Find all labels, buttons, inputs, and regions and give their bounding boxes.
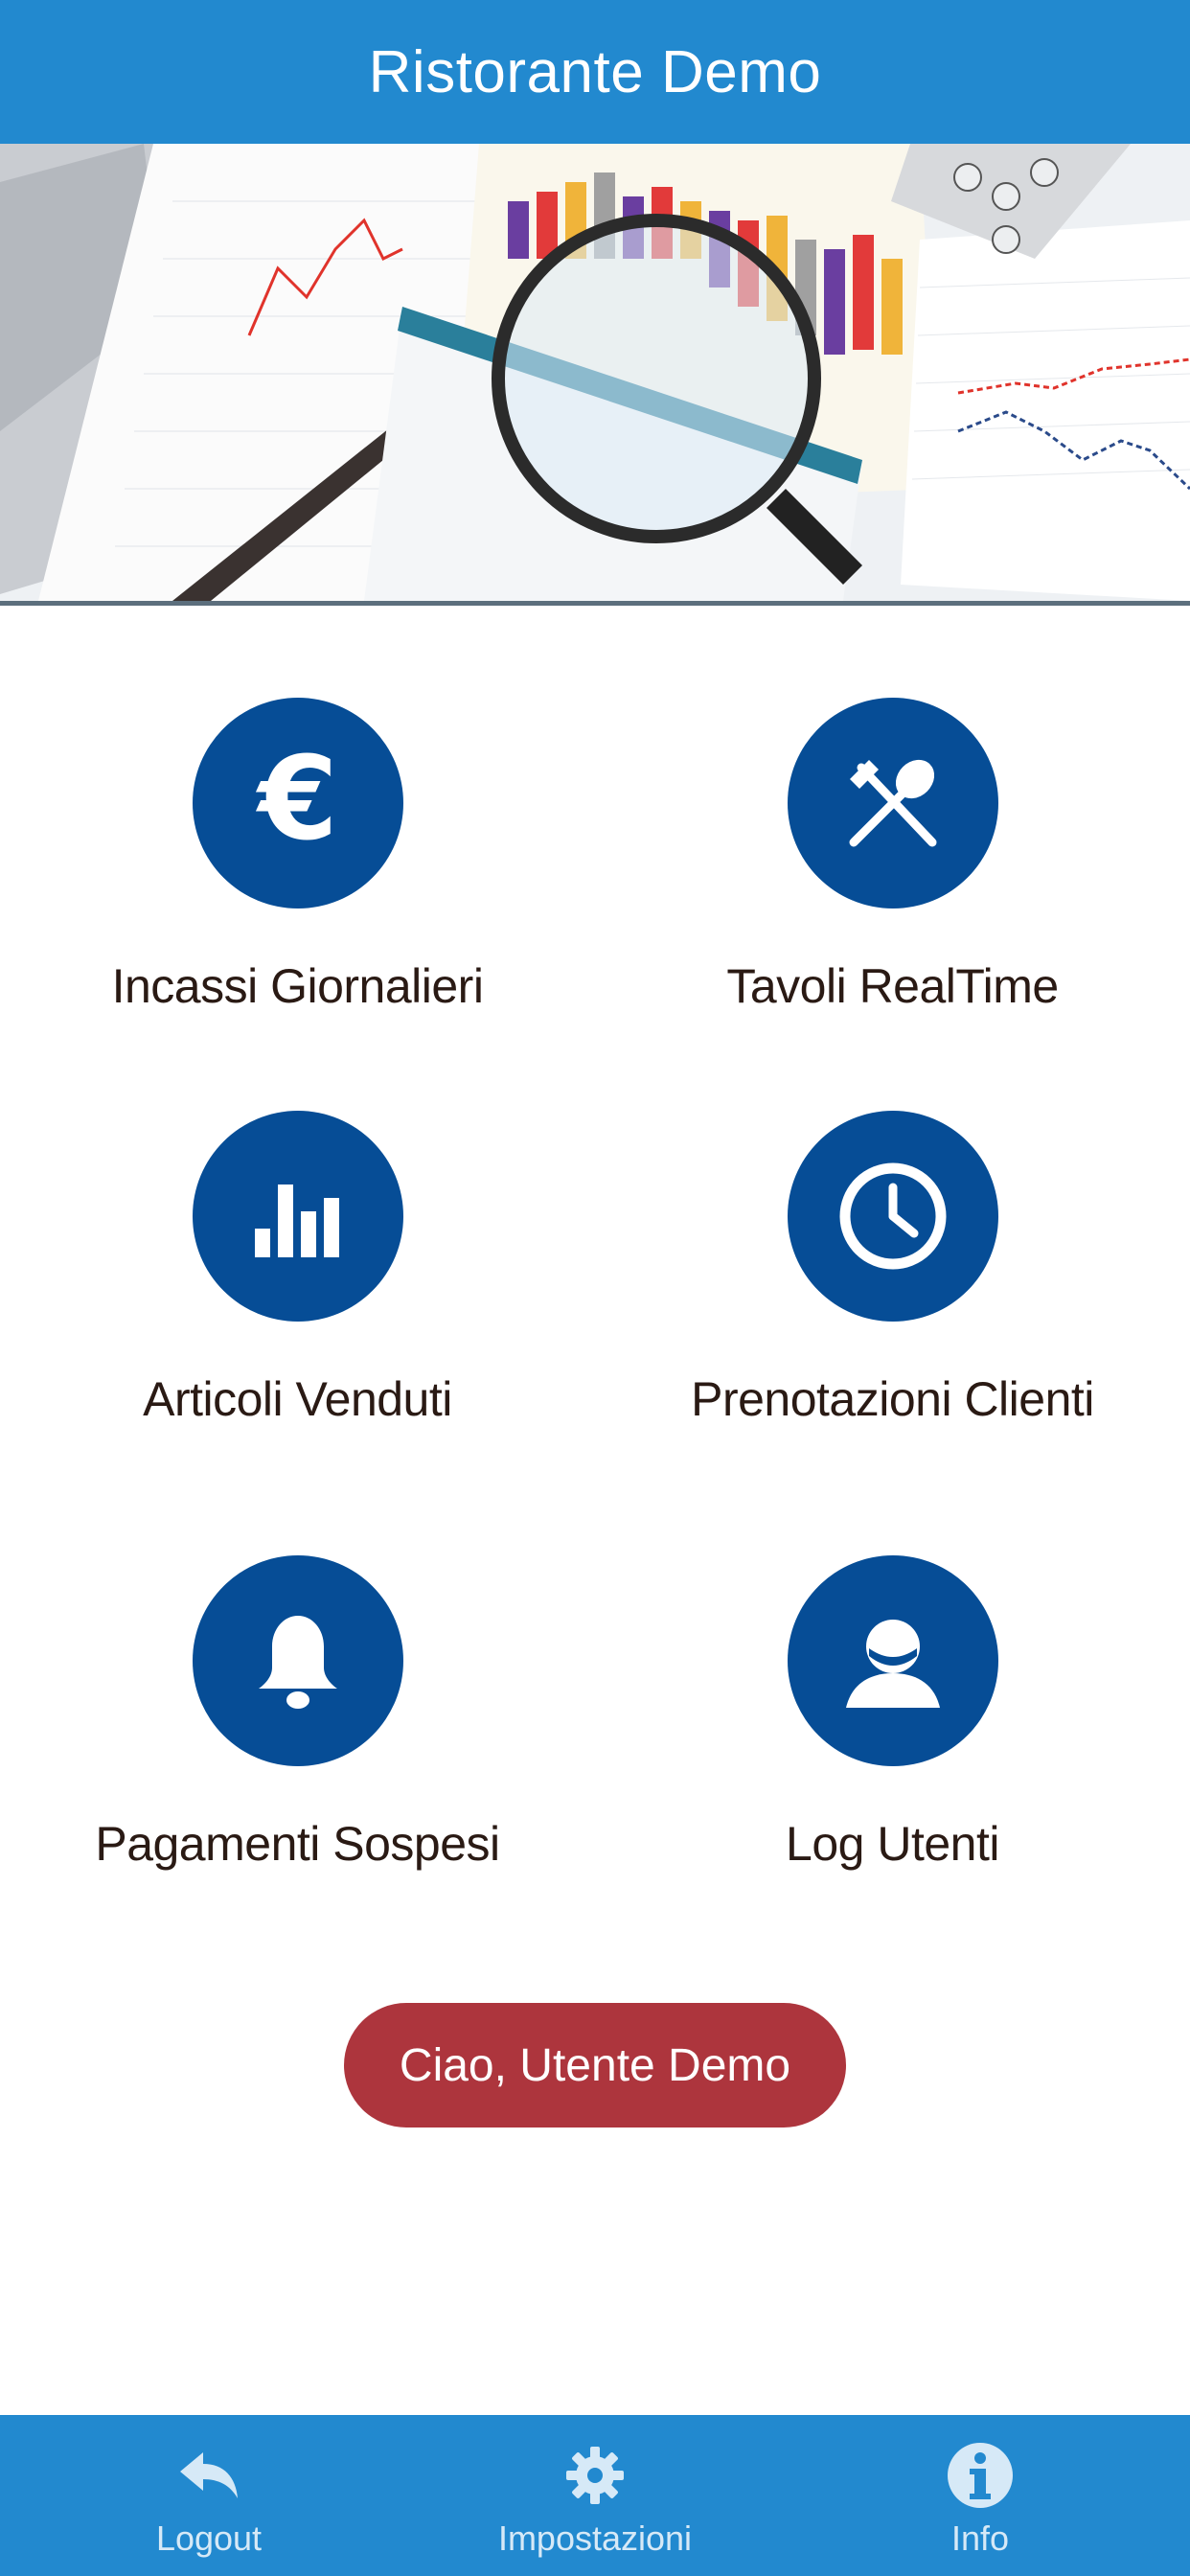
menu-item-incassi-giornalieri[interactable]: € Incassi Giornalieri bbox=[0, 698, 595, 1043]
hero-banner-image bbox=[0, 144, 1190, 606]
bell-icon bbox=[192, 1555, 403, 1766]
tab-impostazioni[interactable]: Impostazioni bbox=[451, 2415, 739, 2576]
clock-icon bbox=[787, 1111, 998, 1322]
tab-info[interactable]: Info bbox=[836, 2415, 1124, 2576]
menu-item-label: Log Utenti bbox=[786, 1817, 999, 1871]
tab-label: Impostazioni bbox=[497, 2518, 693, 2558]
user-icon bbox=[787, 1555, 998, 1766]
bar-chart-icon bbox=[192, 1111, 403, 1322]
svg-text:€: € bbox=[255, 750, 338, 856]
gear-icon bbox=[564, 2444, 626, 2507]
menu-item-label: Tavoli RealTime bbox=[726, 959, 1059, 1013]
cutlery-icon bbox=[787, 698, 998, 908]
menu-item-tavoli-realtime[interactable]: Tavoli RealTime bbox=[595, 698, 1190, 1043]
menu-item-pagamenti-sospesi[interactable]: Pagamenti Sospesi bbox=[0, 1555, 595, 1900]
menu-item-prenotazioni-clienti[interactable]: Prenotazioni Clienti bbox=[595, 1111, 1190, 1456]
menu-item-label: Pagamenti Sospesi bbox=[95, 1817, 500, 1871]
tab-label: Info bbox=[950, 2518, 1010, 2558]
tab-label: Logout bbox=[155, 2518, 263, 2558]
greeting-badge: Ciao, Utente Demo bbox=[344, 2003, 846, 2128]
menu-item-label: Articoli Venduti bbox=[143, 1372, 452, 1426]
menu-item-label: Incassi Giornalieri bbox=[111, 959, 484, 1013]
menu-item-label: Prenotazioni Clienti bbox=[691, 1372, 1094, 1426]
app-screen: Ristorante Demo € Incassi Giornalieri Ta… bbox=[0, 0, 1190, 2576]
reply-icon bbox=[178, 2444, 240, 2507]
menu-item-log-utenti[interactable]: Log Utenti bbox=[595, 1555, 1190, 1900]
euro-icon: € bbox=[192, 698, 403, 908]
bottom-tab-bar: Logout Impostazioni Info bbox=[0, 2415, 1190, 2576]
app-title: Ristorante Demo bbox=[368, 38, 822, 105]
menu-item-articoli-venduti[interactable]: Articoli Venduti bbox=[0, 1111, 595, 1456]
app-header: Ristorante Demo bbox=[0, 0, 1190, 144]
tab-logout[interactable]: Logout bbox=[65, 2415, 353, 2576]
info-icon bbox=[947, 2443, 1014, 2508]
